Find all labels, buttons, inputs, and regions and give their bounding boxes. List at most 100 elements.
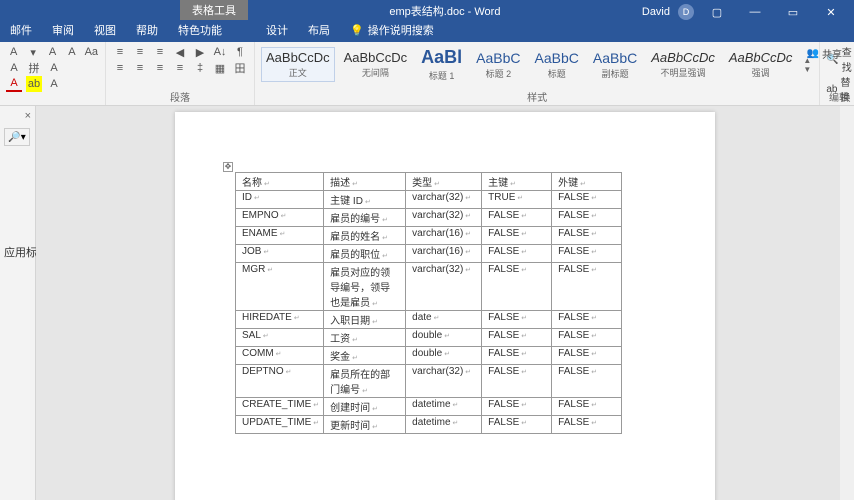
table-cell[interactable]: FALSE bbox=[482, 365, 552, 398]
table-cell[interactable]: MGR bbox=[236, 263, 324, 311]
table-cell[interactable]: DEPTNO bbox=[236, 365, 324, 398]
vertical-scrollbar[interactable] bbox=[840, 106, 854, 500]
menu-mail[interactable]: 邮件 bbox=[0, 20, 42, 42]
maximize-button[interactable]: ▭ bbox=[778, 2, 808, 22]
align-right-btn[interactable]: ≡ bbox=[152, 60, 168, 76]
line-spacing-btn[interactable]: ‡ bbox=[192, 60, 208, 76]
char-border-btn[interactable]: A bbox=[46, 60, 62, 76]
style-4[interactable]: AaBbC标题 bbox=[530, 47, 584, 83]
style-5[interactable]: AaBbC副标题 bbox=[588, 47, 642, 83]
char-shading-btn[interactable]: A bbox=[46, 76, 62, 92]
tell-me[interactable]: 💡 操作说明搜索 bbox=[340, 20, 444, 42]
context-tab-table-tools[interactable]: 表格工具 bbox=[180, 0, 248, 22]
table-header-cell[interactable]: 主键 bbox=[482, 173, 552, 191]
user-name[interactable]: David bbox=[642, 6, 670, 18]
table-row[interactable]: COMM奖金doubleFALSEFALSE bbox=[236, 347, 622, 365]
table-cell[interactable]: 主键 ID bbox=[324, 191, 406, 209]
highlight-btn[interactable]: ab bbox=[26, 76, 42, 92]
menu-review[interactable]: 审阅 bbox=[42, 20, 84, 42]
table-cell[interactable]: varchar(32) bbox=[406, 263, 482, 311]
table-cell[interactable]: FALSE bbox=[552, 245, 622, 263]
table-cell[interactable]: 入职日期 bbox=[324, 311, 406, 329]
shrink-font-btn[interactable]: A bbox=[64, 44, 79, 60]
table-cell[interactable]: varchar(32) bbox=[406, 209, 482, 227]
close-pane-button[interactable]: × bbox=[4, 110, 31, 122]
nav-search[interactable]: 🔎▾ bbox=[4, 128, 30, 146]
clear-format-btn[interactable]: A bbox=[6, 60, 22, 76]
table-cell[interactable]: FALSE bbox=[552, 227, 622, 245]
table-cell[interactable]: FALSE bbox=[552, 311, 622, 329]
table-cell[interactable]: FALSE bbox=[482, 209, 552, 227]
page[interactable]: ✥ 名称描述类型主键外键ID主键 IDvarchar(32)TRUEFALSEE… bbox=[175, 112, 715, 500]
table-cell[interactable]: COMM bbox=[236, 347, 324, 365]
table-cell[interactable]: FALSE bbox=[552, 191, 622, 209]
table-cell[interactable]: UPDATE_TIME bbox=[236, 416, 324, 434]
table-row[interactable]: UPDATE_TIME更新时间datetimeFALSEFALSE bbox=[236, 416, 622, 434]
bullets-btn[interactable]: ≡ bbox=[112, 44, 128, 60]
menu-features[interactable]: 特色功能 bbox=[168, 20, 232, 42]
table-cell[interactable]: FALSE bbox=[482, 245, 552, 263]
increase-indent-btn[interactable]: ▶ bbox=[192, 44, 208, 60]
grow-font-btn[interactable]: A bbox=[45, 44, 60, 60]
table-cell[interactable]: EMPNO bbox=[236, 209, 324, 227]
share-button[interactable]: 👥共享 bbox=[807, 46, 842, 61]
ribbon-options-icon[interactable]: ▢ bbox=[702, 2, 732, 22]
borders-btn[interactable]: 田 bbox=[232, 60, 248, 76]
table-cell[interactable]: 创建时间 bbox=[324, 398, 406, 416]
table-cell[interactable]: 工资 bbox=[324, 329, 406, 347]
table-cell[interactable]: 奖金 bbox=[324, 347, 406, 365]
table-cell[interactable]: FALSE bbox=[552, 209, 622, 227]
table-cell[interactable]: FALSE bbox=[482, 311, 552, 329]
table-cell[interactable]: 雇员的编号 bbox=[324, 209, 406, 227]
style-7[interactable]: AaBbCcDc强调 bbox=[724, 47, 798, 82]
table-move-handle[interactable]: ✥ bbox=[223, 162, 233, 172]
font-size-btn[interactable]: ▾ bbox=[25, 44, 40, 60]
table-cell[interactable]: 更新时间 bbox=[324, 416, 406, 434]
table-cell[interactable]: 雇员的姓名 bbox=[324, 227, 406, 245]
table-row[interactable]: CREATE_TIME创建时间datetimeFALSEFALSE bbox=[236, 398, 622, 416]
table-cell[interactable]: datetime bbox=[406, 416, 482, 434]
font-btn[interactable]: A bbox=[6, 44, 21, 60]
change-case-btn[interactable]: Aa bbox=[84, 44, 99, 60]
menu-help[interactable]: 帮助 bbox=[126, 20, 168, 42]
table-cell[interactable]: date bbox=[406, 311, 482, 329]
table-cell[interactable]: ID bbox=[236, 191, 324, 209]
table-row[interactable]: DEPTNO雇员所在的部门编号varchar(32)FALSEFALSE bbox=[236, 365, 622, 398]
styles-gallery[interactable]: AaBbCcDc正文AaBbCcDc无间隔AaBl标题 1AaBbC标题 2Aa… bbox=[261, 44, 813, 85]
style-2[interactable]: AaBl标题 1 bbox=[416, 44, 467, 85]
table-cell[interactable]: SAL bbox=[236, 329, 324, 347]
multilevel-btn[interactable]: ≡ bbox=[152, 44, 168, 60]
table-cell[interactable]: varchar(32) bbox=[406, 191, 482, 209]
menu-view[interactable]: 视图 bbox=[84, 20, 126, 42]
table-cell[interactable]: TRUE bbox=[482, 191, 552, 209]
table-header-cell[interactable]: 类型 bbox=[406, 173, 482, 191]
table-row[interactable]: JOB雇员的职位varchar(16)FALSEFALSE bbox=[236, 245, 622, 263]
style-1[interactable]: AaBbCcDc无间隔 bbox=[339, 47, 413, 82]
table-cell[interactable]: FALSE bbox=[552, 329, 622, 347]
table-cell[interactable]: FALSE bbox=[552, 365, 622, 398]
align-left-btn[interactable]: ≡ bbox=[112, 60, 128, 76]
table-cell[interactable]: double bbox=[406, 347, 482, 365]
table-row[interactable]: SAL工资doubleFALSEFALSE bbox=[236, 329, 622, 347]
table-header-cell[interactable]: 描述 bbox=[324, 173, 406, 191]
decrease-indent-btn[interactable]: ◀ bbox=[172, 44, 188, 60]
table-cell[interactable]: double bbox=[406, 329, 482, 347]
justify-btn[interactable]: ≡ bbox=[172, 60, 188, 76]
table-cell[interactable]: FALSE bbox=[482, 398, 552, 416]
table-cell[interactable]: 雇员所在的部门编号 bbox=[324, 365, 406, 398]
table-cell[interactable]: JOB bbox=[236, 245, 324, 263]
table-cell[interactable]: FALSE bbox=[552, 347, 622, 365]
table-cell[interactable]: FALSE bbox=[552, 263, 622, 311]
table-row[interactable]: MGR雇员对应的领导编号，领导也是雇员varchar(32)FALSEFALSE bbox=[236, 263, 622, 311]
sort-btn[interactable]: A↓ bbox=[212, 44, 228, 60]
table-cell[interactable]: HIREDATE bbox=[236, 311, 324, 329]
numbering-btn[interactable]: ≡ bbox=[132, 44, 148, 60]
align-center-btn[interactable]: ≡ bbox=[132, 60, 148, 76]
menu-layout[interactable]: 布局 bbox=[298, 20, 340, 42]
table-cell[interactable]: FALSE bbox=[482, 329, 552, 347]
table-cell[interactable]: ENAME bbox=[236, 227, 324, 245]
table-cell[interactable]: varchar(16) bbox=[406, 245, 482, 263]
table-header-cell[interactable]: 外键 bbox=[552, 173, 622, 191]
table-cell[interactable]: FALSE bbox=[482, 263, 552, 311]
document-area[interactable]: ✥ 名称描述类型主键外键ID主键 IDvarchar(32)TRUEFALSEE… bbox=[36, 106, 854, 500]
